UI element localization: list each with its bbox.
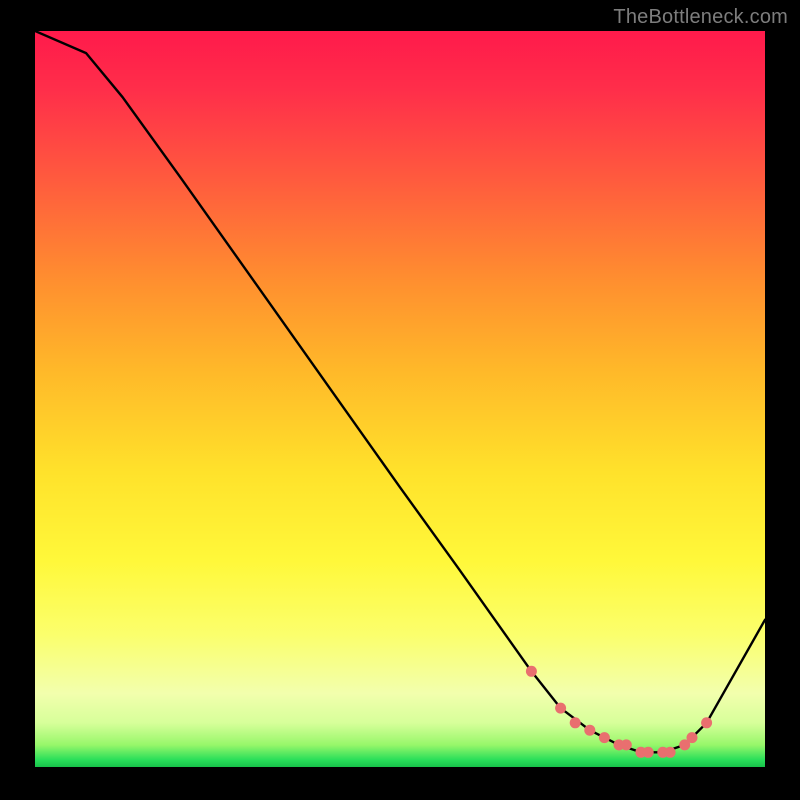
marker-dot	[526, 666, 537, 677]
chart-svg	[35, 31, 765, 767]
marker-dot	[570, 717, 581, 728]
marker-dot	[621, 739, 632, 750]
marker-dot	[643, 747, 654, 758]
marker-dot	[687, 732, 698, 743]
marker-dot	[584, 725, 595, 736]
flat-region-markers	[526, 666, 712, 758]
watermark-text: TheBottleneck.com	[613, 6, 788, 29]
marker-dot	[599, 732, 610, 743]
marker-dot	[701, 717, 712, 728]
marker-dot	[555, 703, 566, 714]
bottleneck-curve	[35, 31, 765, 752]
plot-area	[35, 31, 765, 767]
chart-stage: TheBottleneck.com	[0, 0, 800, 800]
marker-dot	[665, 747, 676, 758]
